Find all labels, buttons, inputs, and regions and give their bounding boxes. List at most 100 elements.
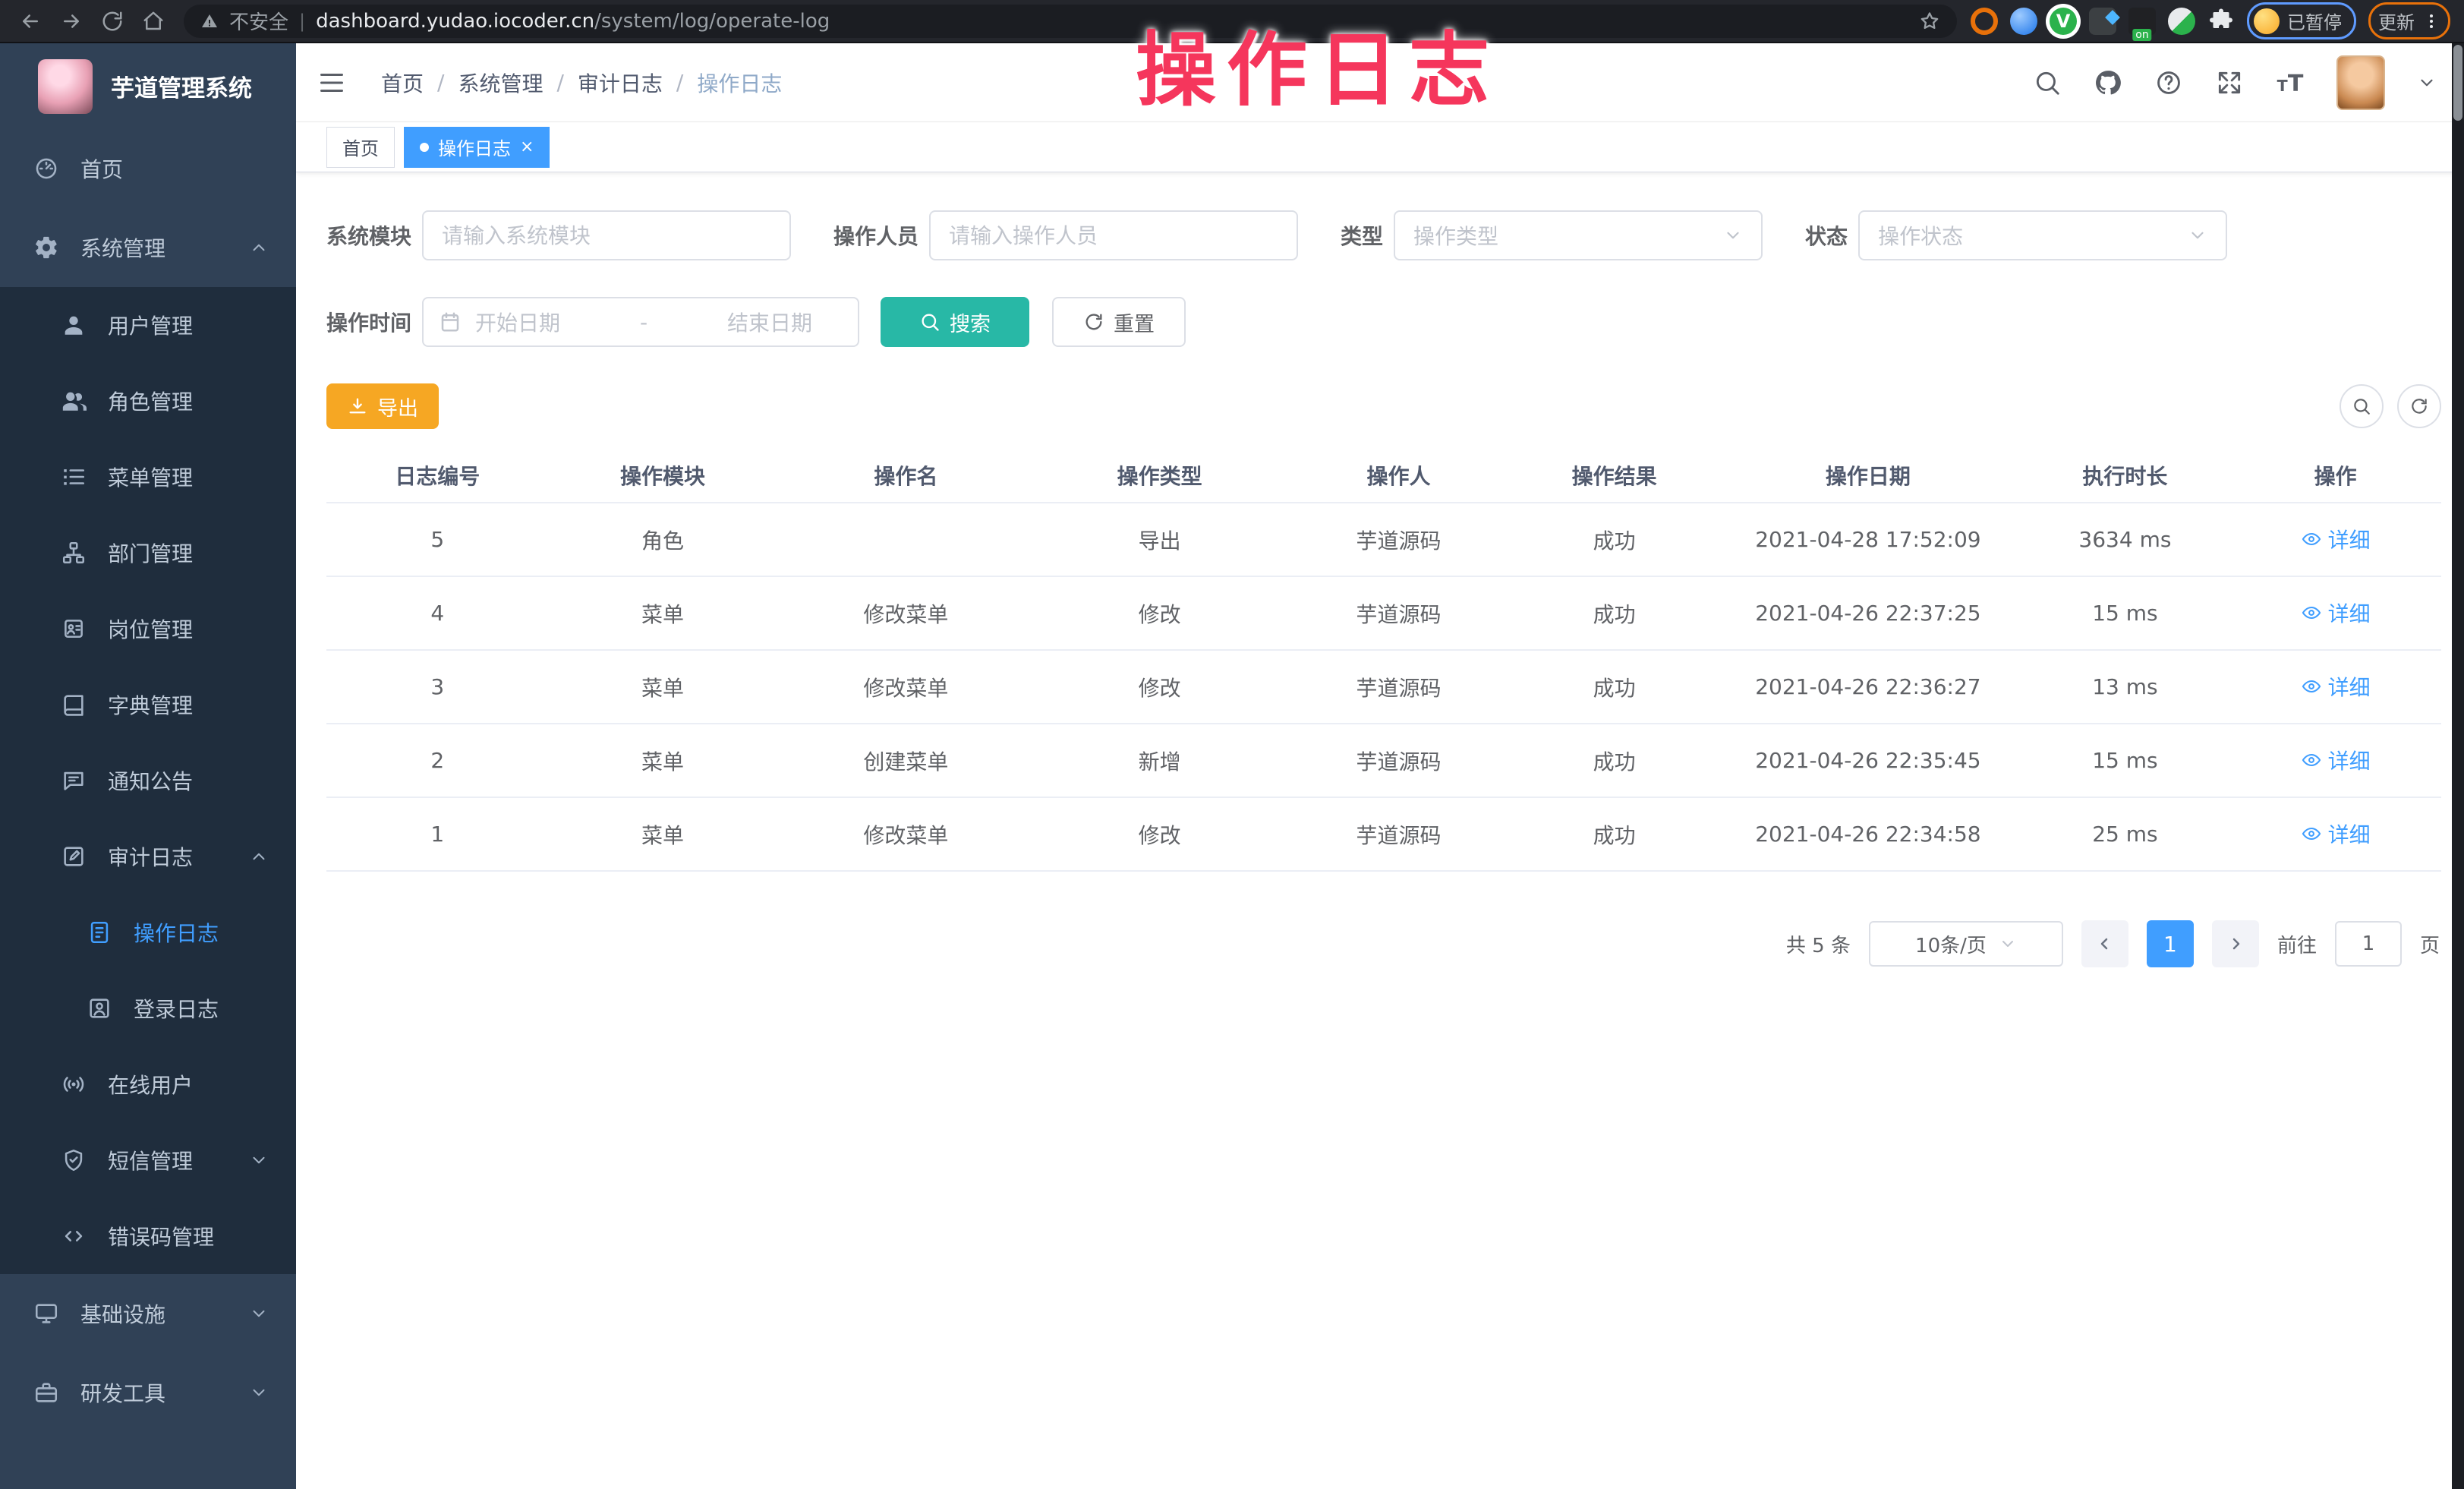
table-header-cell: 操作 xyxy=(2229,460,2441,491)
browser-home-icon[interactable] xyxy=(137,5,170,38)
module-label: 系统模块 xyxy=(326,220,411,251)
sidebar-item-menu-management[interactable]: 菜单管理 xyxy=(0,439,296,515)
sidebar-item-label: 字典管理 xyxy=(108,689,193,720)
toolbox-icon xyxy=(33,1380,59,1405)
github-icon[interactable] xyxy=(2094,68,2122,97)
browser-update-button[interactable]: 更新 xyxy=(2368,2,2450,39)
table-cell-id: 3 xyxy=(326,674,549,699)
chevron-up-icon xyxy=(249,238,269,257)
sidebar-item-infrastructure[interactable]: 基础设施 xyxy=(0,1274,296,1353)
address-bar[interactable]: 不安全 | dashboard.yudao.iocoder.cn/system/… xyxy=(184,5,1957,38)
sidebar-item-notice-announcement[interactable]: 通知公告 xyxy=(0,743,296,819)
user-avatar[interactable] xyxy=(2336,55,2385,110)
table-cell-name: 修改菜单 xyxy=(777,598,1035,629)
fullscreen-icon[interactable] xyxy=(2215,68,2244,97)
next-page-button[interactable] xyxy=(2212,920,2259,967)
extension-leaf-icon[interactable] xyxy=(2168,8,2195,35)
table-cell-id: 2 xyxy=(326,748,549,773)
table-cell-operator: 芋道源码 xyxy=(1284,525,1513,555)
search-button[interactable]: 搜索 xyxy=(881,297,1029,347)
type-label: 类型 xyxy=(1341,220,1383,251)
goto-page-input[interactable] xyxy=(2335,921,2402,967)
bookmark-star-icon[interactable] xyxy=(1919,11,1940,32)
sidebar-item-label: 角色管理 xyxy=(108,386,193,416)
extension-orange-icon[interactable] xyxy=(1971,8,1998,35)
breadcrumb-item[interactable]: 系统管理 xyxy=(458,68,543,98)
extensions-puzzle-icon[interactable] xyxy=(2207,8,2235,35)
extension-v-icon[interactable]: V xyxy=(2050,8,2077,35)
page-scrollbar-thumb[interactable] xyxy=(2453,45,2462,121)
browser-reload-icon[interactable] xyxy=(96,5,129,38)
extension-translate-icon[interactable] xyxy=(2089,8,2116,35)
browser-forward-icon[interactable] xyxy=(55,5,88,38)
table-header-row: 日志编号操作模块操作名操作类型操作人操作结果操作日期执行时长操作 xyxy=(326,449,2441,503)
detail-link[interactable]: 详细 xyxy=(2301,524,2371,554)
total-count: 共 5 条 xyxy=(1786,930,1851,958)
status-select[interactable]: 操作状态 xyxy=(1858,210,2227,260)
sidebar-item-dev-tools[interactable]: 研发工具 xyxy=(0,1353,296,1432)
browser-menu-kebab-icon[interactable] xyxy=(2422,12,2440,30)
breadcrumb-item[interactable]: 审计日志 xyxy=(578,68,663,98)
refresh-table-button[interactable] xyxy=(2397,384,2441,428)
table-cell-actions: 详细 xyxy=(2229,671,2441,702)
sidebar-item-label: 短信管理 xyxy=(108,1145,193,1175)
svg-text:T: T xyxy=(2277,77,2288,95)
sidebar-item-audit-log[interactable]: 审计日志 xyxy=(0,819,296,894)
extension-switch-icon[interactable] xyxy=(2128,8,2156,35)
browser-back-icon[interactable] xyxy=(14,5,47,38)
table-cell-type: 修改 xyxy=(1035,598,1284,629)
sidebar-menu: 首页系统管理用户管理角色管理菜单管理部门管理岗位管理字典管理通知公告审计日志操作… xyxy=(0,129,296,1432)
sidebar-item-system-management[interactable]: 系统管理 xyxy=(0,208,296,287)
toggle-search-button[interactable] xyxy=(2340,384,2384,428)
sidebar-item-operate-log[interactable]: 操作日志 xyxy=(0,894,296,970)
operator-input[interactable] xyxy=(929,210,1298,260)
sidebar-item-dict-management[interactable]: 字典管理 xyxy=(0,667,296,743)
page-size-select[interactable]: 10条/页 xyxy=(1869,921,2063,967)
sidebar-item-home[interactable]: 首页 xyxy=(0,129,296,208)
eye-icon xyxy=(2301,602,2322,623)
detail-link[interactable]: 详细 xyxy=(2301,598,2371,628)
sidebar-collapse-icon[interactable] xyxy=(314,65,349,100)
sidebar-item-user-management[interactable]: 用户管理 xyxy=(0,287,296,363)
table-cell-id: 1 xyxy=(326,822,549,847)
detail-link[interactable]: 详细 xyxy=(2301,819,2371,849)
sidebar-item-label: 部门管理 xyxy=(108,538,193,568)
breadcrumb-item: 操作日志 xyxy=(697,68,782,98)
module-input[interactable] xyxy=(422,210,791,260)
sidebar-item-login-log[interactable]: 登录日志 xyxy=(0,970,296,1046)
svg-text:T: T xyxy=(2288,71,2304,97)
sidebar-item-online-users[interactable]: 在线用户 xyxy=(0,1046,296,1122)
sidebar-item-dept-management[interactable]: 部门管理 xyxy=(0,515,296,591)
sidebar-item-label: 审计日志 xyxy=(108,841,193,872)
detail-link[interactable]: 详细 xyxy=(2301,745,2371,775)
tab-home[interactable]: 首页 xyxy=(326,127,395,168)
table-cell-date: 2021-04-26 22:37:25 xyxy=(1716,601,2020,626)
sidebar-item-error-code-management[interactable]: 错误码管理 xyxy=(0,1198,296,1274)
font-size-icon[interactable]: TT xyxy=(2276,68,2305,97)
table-cell-type: 新增 xyxy=(1035,746,1284,776)
profile-paused-badge[interactable]: 已暂停 xyxy=(2247,2,2356,39)
table-cell-actions: 详细 xyxy=(2229,819,2441,850)
prev-page-button[interactable] xyxy=(2081,920,2128,967)
type-select[interactable]: 操作类型 xyxy=(1394,210,1763,260)
sidebar-item-label: 系统管理 xyxy=(80,232,165,263)
search-icon[interactable] xyxy=(2033,68,2062,97)
sidebar-item-sms-management[interactable]: 短信管理 xyxy=(0,1122,296,1198)
avatar-caret-down-icon[interactable] xyxy=(2417,73,2437,93)
tab-operate-log[interactable]: 操作日志× xyxy=(404,127,550,168)
breadcrumb-item[interactable]: 首页 xyxy=(381,68,424,98)
sidebar-item-role-management[interactable]: 角色管理 xyxy=(0,363,296,439)
extension-pin-icon[interactable] xyxy=(2010,8,2037,35)
reset-button[interactable]: 重置 xyxy=(1052,297,1186,347)
close-tab-icon[interactable]: × xyxy=(520,139,534,156)
page-scrollbar[interactable] xyxy=(2452,43,2464,1489)
sidebar-logo-row[interactable]: 芋道管理系统 xyxy=(0,43,296,129)
table-cell-duration: 25 ms xyxy=(2021,822,2230,847)
sidebar-item-post-management[interactable]: 岗位管理 xyxy=(0,591,296,667)
date-range-picker[interactable]: 开始日期 - 结束日期 xyxy=(422,297,859,347)
page-number-1[interactable]: 1 xyxy=(2147,920,2194,967)
detail-link[interactable]: 详细 xyxy=(2301,671,2371,702)
table-cell-duration: 15 ms xyxy=(2021,601,2230,626)
export-button[interactable]: 导出 xyxy=(326,383,439,429)
help-icon[interactable] xyxy=(2154,68,2183,97)
